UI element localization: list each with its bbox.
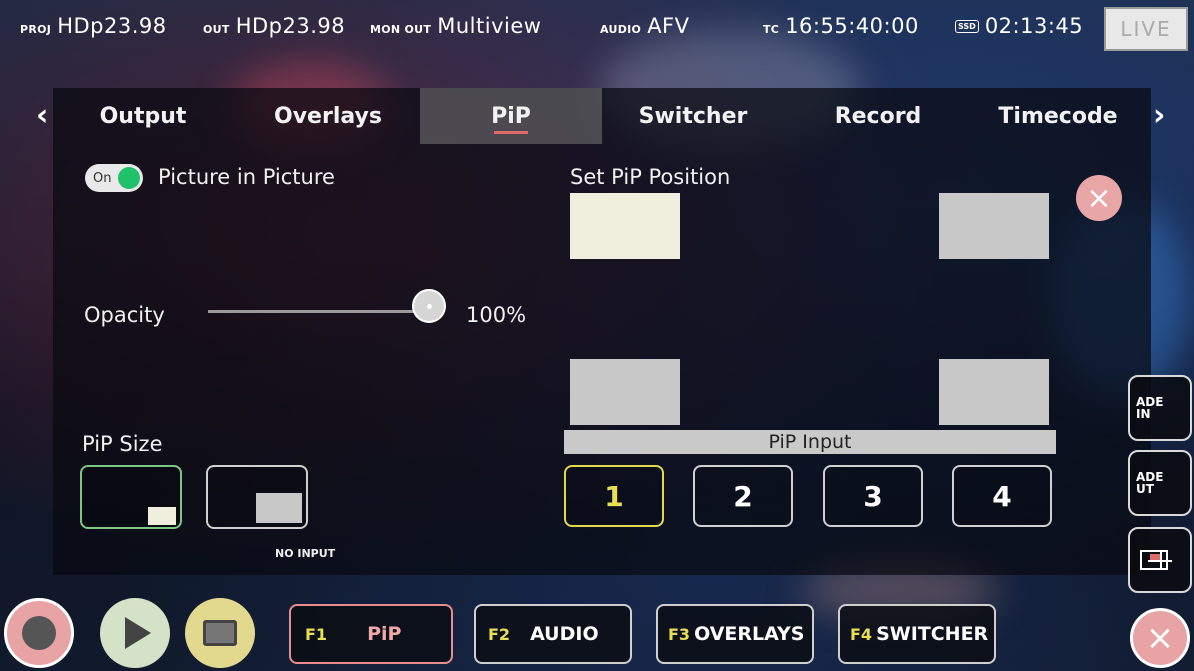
- status-bar: PROJ HDp23.98 OUT HDp23.98 MON OUT Multi…: [0, 0, 1194, 60]
- timecode: TC 16:55:40:00: [763, 14, 919, 38]
- opacity-slider-track[interactable]: [208, 310, 428, 313]
- project-value: HDp23.98: [57, 14, 167, 38]
- pip-size-small[interactable]: [80, 465, 182, 529]
- tab-label: Overlays: [274, 103, 382, 129]
- tab-switcher[interactable]: Switcher: [613, 88, 773, 144]
- monitor-icon: [203, 620, 237, 646]
- opacity-value: 100%: [466, 303, 527, 327]
- pip-input-3[interactable]: 3: [823, 465, 923, 527]
- function-label: AUDIO: [530, 623, 599, 645]
- pip-input-label: PiP Input: [564, 430, 1056, 454]
- play-icon: [125, 617, 151, 649]
- record-button[interactable]: [4, 598, 74, 668]
- close-icon[interactable]: ×: [1076, 175, 1122, 221]
- ssd-icon: SSD: [955, 20, 979, 33]
- ssd-remaining: SSD 02:13:45: [955, 14, 1083, 38]
- ssd-value: 02:13:45: [984, 14, 1084, 38]
- pip-title: Picture in Picture: [158, 165, 335, 189]
- live-button[interactable]: LIVE: [1104, 7, 1188, 51]
- tab-output[interactable]: Output: [63, 88, 223, 144]
- fade-out-button[interactable]: ADE UT: [1128, 450, 1192, 516]
- pip-settings-panel: Output Overlays PiP Switcher Record Time…: [53, 88, 1151, 575]
- pip-position-label: Set PiP Position: [570, 165, 731, 189]
- monout-key: MON OUT: [370, 23, 432, 36]
- tab-pip[interactable]: PiP: [420, 88, 602, 144]
- f3-overlays-button[interactable]: F3 OVERLAYS: [656, 604, 814, 664]
- audio-value: AFV: [647, 14, 690, 38]
- tab-overlays[interactable]: Overlays: [238, 88, 418, 144]
- position-bottom-left[interactable]: [570, 359, 680, 425]
- f1-pip-button[interactable]: F1 PiP: [289, 604, 453, 664]
- record-icon: [22, 616, 56, 650]
- pip-size-preview: [148, 507, 176, 525]
- f4-switcher-button[interactable]: F4 SWITCHER: [838, 604, 996, 664]
- tab-timecode[interactable]: Timecode: [983, 88, 1133, 144]
- function-label: OVERLAYS: [694, 623, 805, 645]
- multiview-button[interactable]: [1128, 527, 1192, 593]
- tab-bar: Output Overlays PiP Switcher Record Time…: [53, 88, 1151, 144]
- timecode-key: TC: [763, 23, 780, 36]
- pip-input-2[interactable]: 2: [693, 465, 793, 527]
- tab-label: Record: [834, 103, 922, 129]
- toggle-knob: [118, 167, 140, 189]
- pip-input-1[interactable]: 1: [564, 465, 664, 527]
- multiview-icon: [1140, 550, 1172, 570]
- function-key-label: F1: [305, 624, 328, 644]
- tab-label: Output: [99, 103, 187, 129]
- monout-value: Multiview: [437, 14, 542, 38]
- active-tab-underline: [494, 131, 528, 134]
- tab-record[interactable]: Record: [798, 88, 958, 144]
- audio-mode: AUDIO AFV: [600, 14, 690, 38]
- function-key-label: F4: [850, 624, 873, 644]
- display-button[interactable]: [185, 598, 255, 668]
- play-button[interactable]: [100, 598, 170, 668]
- tab-label: Timecode: [998, 103, 1118, 129]
- tab-label: Switcher: [638, 103, 748, 129]
- function-label: PiP: [367, 623, 402, 645]
- f2-audio-button[interactable]: F2 AUDIO: [474, 604, 632, 664]
- pip-toggle[interactable]: On: [85, 164, 143, 192]
- toggle-state-label: On: [93, 170, 112, 186]
- chevron-right-icon[interactable]: ›: [1153, 98, 1165, 133]
- output-value: HDp23.98: [235, 14, 346, 38]
- chevron-left-icon[interactable]: ‹: [36, 98, 48, 133]
- opacity-label: Opacity: [84, 303, 165, 327]
- tab-label: PiP: [491, 103, 531, 129]
- monitor-output: MON OUT Multiview: [370, 14, 541, 38]
- close-icon[interactable]: ×: [1130, 608, 1190, 668]
- pip-input-4[interactable]: 4: [952, 465, 1052, 527]
- project-format: PROJ HDp23.98: [20, 14, 167, 38]
- audio-key: AUDIO: [600, 23, 642, 36]
- position-bottom-right[interactable]: [939, 359, 1049, 425]
- pip-size-label: PiP Size: [82, 432, 163, 456]
- position-top-left[interactable]: [570, 193, 680, 259]
- pip-size-preview: [256, 493, 302, 523]
- timecode-value: 16:55:40:00: [785, 14, 919, 38]
- opacity-slider-handle[interactable]: [412, 289, 446, 323]
- project-key: PROJ: [20, 23, 52, 36]
- pip-size-large[interactable]: [206, 465, 308, 529]
- position-top-right[interactable]: [939, 193, 1049, 259]
- fade-in-label: ADE IN: [1136, 395, 1164, 421]
- output-key: OUT: [203, 23, 230, 36]
- fade-out-label: ADE UT: [1136, 470, 1164, 496]
- no-input-label: NO INPUT: [275, 547, 336, 560]
- fade-in-button[interactable]: ADE IN: [1128, 375, 1192, 441]
- function-key-label: F2: [488, 624, 511, 644]
- function-key-label: F3: [668, 624, 691, 644]
- output-format: OUT HDp23.98: [203, 14, 345, 38]
- function-label: SWITCHER: [876, 623, 989, 645]
